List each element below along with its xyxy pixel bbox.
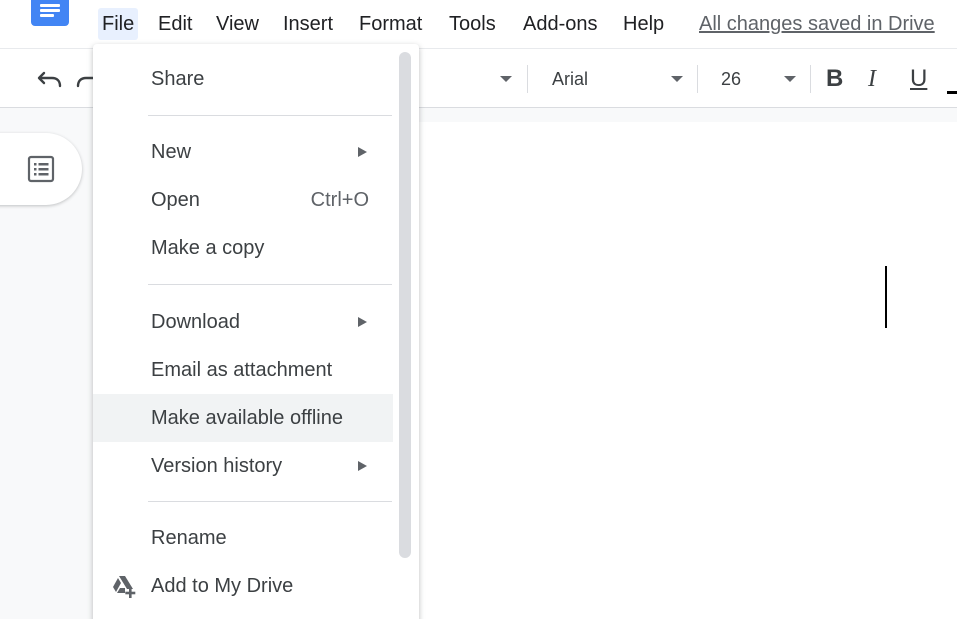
keyboard-shortcut: Ctrl+O [310,188,369,211]
italic-button[interactable]: I [868,63,876,95]
file-menu-make-available-offline[interactable]: Make available offline [93,394,393,442]
menu-item-label: Share [151,67,205,90]
underline-button[interactable]: U [910,63,927,95]
menu-view[interactable]: View [212,8,263,40]
font-size-caret[interactable] [784,76,796,82]
file-menu-version-history[interactable]: Version history [93,442,393,490]
toolbar-separator [810,65,811,93]
toolbar-separator [697,65,698,93]
submenu-arrow-icon [358,461,367,471]
menu-separator [148,115,392,116]
file-menu-email-attachment[interactable]: Email as attachment [93,346,393,394]
menu-item-label: Rename [151,526,227,549]
menu-format[interactable]: Format [355,8,426,40]
menu-separator [148,284,392,285]
docs-logo-icon[interactable] [31,0,69,26]
style-dropdown-caret[interactable] [500,76,512,82]
file-menu-rename[interactable]: Rename [93,514,393,562]
drive-add-icon [113,576,136,598]
file-menu-dropdown: Share New Open Ctrl+O Make a copy Downlo… [93,44,419,619]
toolbar-separator [527,65,528,93]
file-menu-download[interactable]: Download [93,298,393,346]
file-menu-open[interactable]: Open Ctrl+O [93,176,393,224]
menu-separator [148,501,392,502]
menu-file[interactable]: File [98,8,139,40]
menu-insert[interactable]: Insert [279,8,337,40]
menu-bar: File Edit View Insert Format Tools Add-o… [0,0,957,48]
menu-item-label: Version history [151,454,283,477]
bold-button[interactable]: B [826,63,843,95]
document-page[interactable] [418,122,957,619]
menu-item-label: Open [151,188,200,211]
menu-item-label: Download [151,310,240,333]
menu-add-ons[interactable]: Add-ons [519,8,602,40]
document-outline-button[interactable] [0,133,82,205]
file-menu-make-copy[interactable]: Make a copy [93,224,393,272]
font-size-dropdown[interactable]: 26 [721,65,741,93]
menu-tools[interactable]: Tools [445,8,500,40]
file-menu-share[interactable]: Share [93,55,393,103]
undo-icon[interactable] [34,65,66,93]
menu-item-label: Make available offline [151,406,343,429]
font-dropdown-caret[interactable] [671,76,683,82]
menu-scrollbar[interactable] [399,52,411,558]
document-outline-icon [27,155,55,183]
menu-item-label: Make a copy [151,236,265,259]
submenu-arrow-icon [358,147,367,157]
file-menu-new[interactable]: New [93,128,393,176]
menu-item-label: Add to My Drive [151,574,294,597]
text-cursor [885,266,887,328]
menu-item-label: New [151,140,192,163]
font-family-dropdown[interactable]: Arial [552,65,588,93]
save-status-link[interactable]: All changes saved in Drive [699,8,935,40]
menu-item-label: Email as attachment [151,358,333,381]
submenu-arrow-icon [358,317,367,327]
menu-help[interactable]: Help [619,8,668,40]
text-color-swatch[interactable] [947,91,957,94]
file-menu-add-to-my-drive[interactable]: Add to My Drive [93,562,393,610]
menu-edit[interactable]: Edit [154,8,196,40]
